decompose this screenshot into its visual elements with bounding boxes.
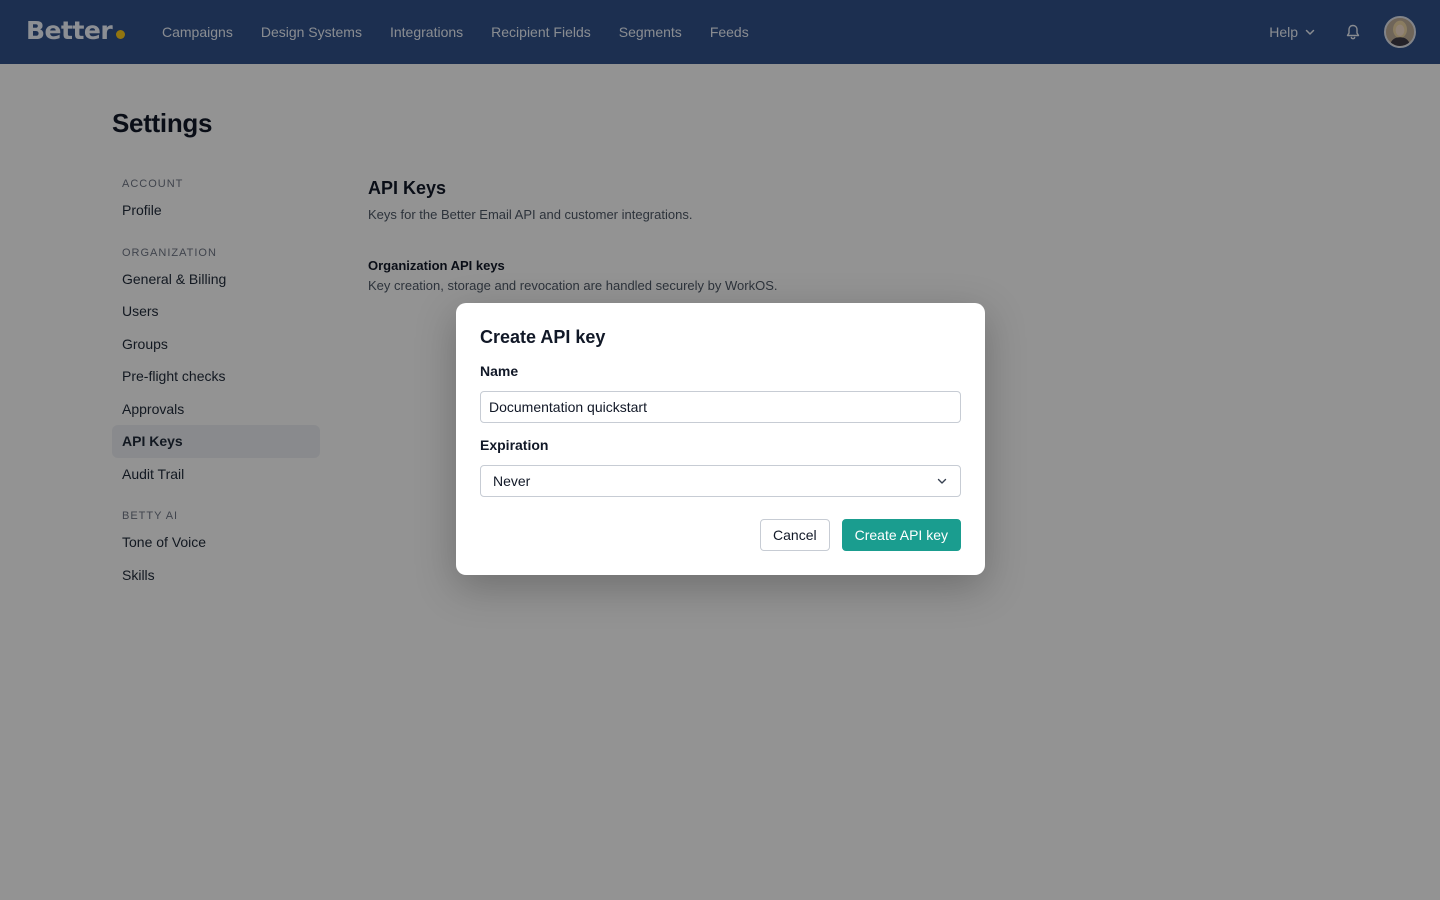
create-api-key-button[interactable]: Create API key <box>841 519 961 551</box>
create-api-key-dialog: Create API key Name Expiration Never Can… <box>456 303 985 575</box>
expiration-label: Expiration <box>480 437 549 453</box>
dialog-actions: Cancel Create API key <box>760 519 961 551</box>
dialog-title: Create API key <box>480 327 606 347</box>
cancel-button[interactable]: Cancel <box>760 519 830 551</box>
chevron-down-icon <box>937 478 947 484</box>
expiration-value: Never <box>493 473 531 489</box>
expiration-select[interactable]: Never <box>480 465 961 497</box>
name-input[interactable] <box>480 391 961 423</box>
name-label: Name <box>480 363 519 379</box>
